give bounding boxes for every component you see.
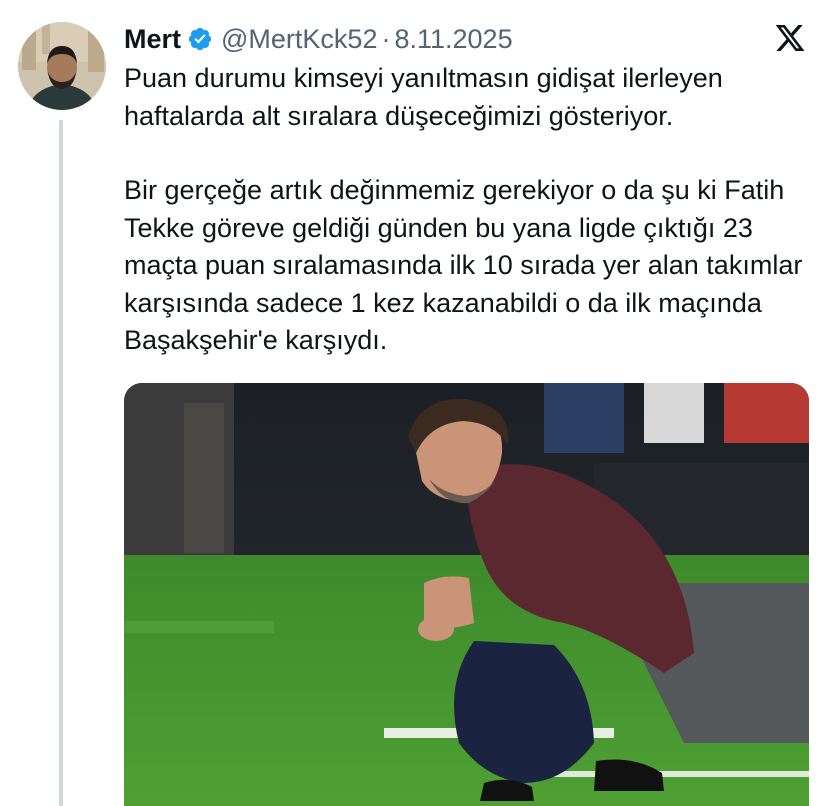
avatar[interactable] bbox=[18, 22, 106, 110]
tweet-card: Mert @MertKck52 · 8.11.2025 Puan durumu … bbox=[0, 0, 828, 806]
tweet-text: Puan durumu kimseyi yanıltmasın gidişat … bbox=[124, 60, 814, 360]
author-name[interactable]: Mert bbox=[124, 24, 181, 55]
tweet-header: Mert @MertKck52 · 8.11.2025 bbox=[124, 22, 513, 56]
thread-line bbox=[59, 120, 63, 806]
tweet-paragraph: Puan durumu kimseyi yanıltmasın gidişat … bbox=[124, 63, 723, 131]
tweet-photo[interactable] bbox=[124, 383, 809, 806]
verified-badge-icon bbox=[187, 26, 213, 52]
author-handle[interactable]: @MertKck52 bbox=[221, 24, 377, 55]
tweet-paragraph: Bir gerçeğe artık değinmemiz gerekiyor o… bbox=[124, 175, 803, 355]
tweet-date[interactable]: 8.11.2025 bbox=[394, 24, 512, 55]
separator-dot: · bbox=[381, 23, 391, 54]
x-logo-icon[interactable] bbox=[774, 22, 806, 54]
